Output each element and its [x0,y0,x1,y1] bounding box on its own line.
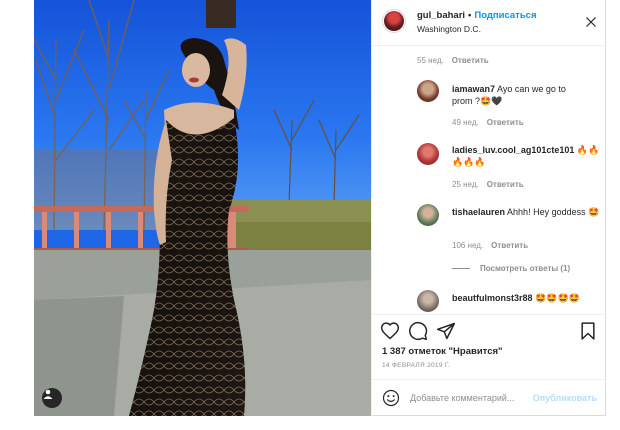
heart-icon[interactable] [380,321,400,341]
user-tag-icon[interactable] [42,388,62,408]
post-action-bar [372,314,607,346]
comment-username[interactable]: iamawan7 [452,84,495,94]
commenter-avatar[interactable] [417,204,439,226]
comment-meta: 49 нед. Ответить [452,118,524,127]
comment-age: 106 нед. [452,241,484,250]
comment-username[interactable]: beautfulmonst3r88 [452,293,533,303]
view-replies-label: Посмотреть ответы (1) [480,264,571,273]
likes-count[interactable]: 1 387 отметок "Нравится" [382,346,503,357]
paper-plane-icon[interactable] [436,321,456,341]
reply-button[interactable]: Ответить [487,118,524,127]
comment-meta: 25 нед. Ответить [452,180,524,189]
follow-button[interactable]: Подписаться [474,10,536,21]
post-header: gul_bahari • Подписаться Washington D.C. [372,0,607,46]
commenter-avatar[interactable] [417,290,439,312]
bookmark-icon[interactable] [578,321,598,341]
commenter-avatar[interactable] [417,143,439,165]
commenter-avatar[interactable] [417,80,439,102]
comment-username[interactable]: tishaelauren [452,207,505,217]
avatar-image [384,11,404,31]
comment-body: tishaelauren Ahhh! Hey goddess 🤩 [452,206,602,218]
comment-username[interactable]: ladies_luv.cool_ag101cte101 [452,145,574,155]
reply-button[interactable]: Ответить [452,56,489,65]
comment-age: 25 нед. [452,180,479,189]
comment-text: 🤩🤩🤩🤩 [535,293,580,303]
comment-meta: 55 нед. Ответить [417,56,489,65]
comment-body: beautfulmonst3r88 🤩🤩🤩🤩 [452,292,602,304]
author-line: gul_bahari • Подписаться [417,10,537,21]
post-side-panel: gul_bahari • Подписаться Washington D.C. 5… [371,0,607,416]
smiley-icon[interactable] [382,389,400,407]
more-icon[interactable] [585,16,597,28]
reply-button[interactable]: Ответить [487,180,524,189]
comment-body: ladies_luv.cool_ag101cte101 🔥🔥🔥🔥🔥 [452,144,602,168]
post-date[interactable]: 14 ФЕВРАЛЯ 2019 Г. [382,362,450,369]
comment-age: 55 нед. [417,56,444,65]
comment-age: 49 нед. [452,118,479,127]
post-location[interactable]: Washington D.C. [417,24,481,34]
author-avatar[interactable] [382,9,406,33]
comment-text: Ahhh! Hey goddess 🤩 [507,207,600,217]
comments-list[interactable]: 55 нед. Ответить iamawan7 Ayo can we go t… [372,46,607,314]
publish-button[interactable]: Опубликовать [533,393,597,403]
reply-button[interactable]: Ответить [491,241,528,250]
comment-body: iamawan7 Ayo can we go to prom ?🤩🖤 [452,83,572,107]
view-replies-button[interactable]: Посмотреть ответы (1) [452,264,570,273]
replies-divider [452,268,470,270]
comment-icon[interactable] [408,321,428,341]
photo-illustration [34,0,371,416]
author-username[interactable]: gul_bahari [417,10,465,21]
instagram-post: gul_bahari • Подписаться Washington D.C. 5… [34,0,607,416]
post-photo[interactable] [34,0,371,416]
add-comment-section: Опубликовать [372,379,607,416]
separator-dot: • [468,10,472,21]
comment-meta: 106 нед. Ответить [452,241,528,250]
